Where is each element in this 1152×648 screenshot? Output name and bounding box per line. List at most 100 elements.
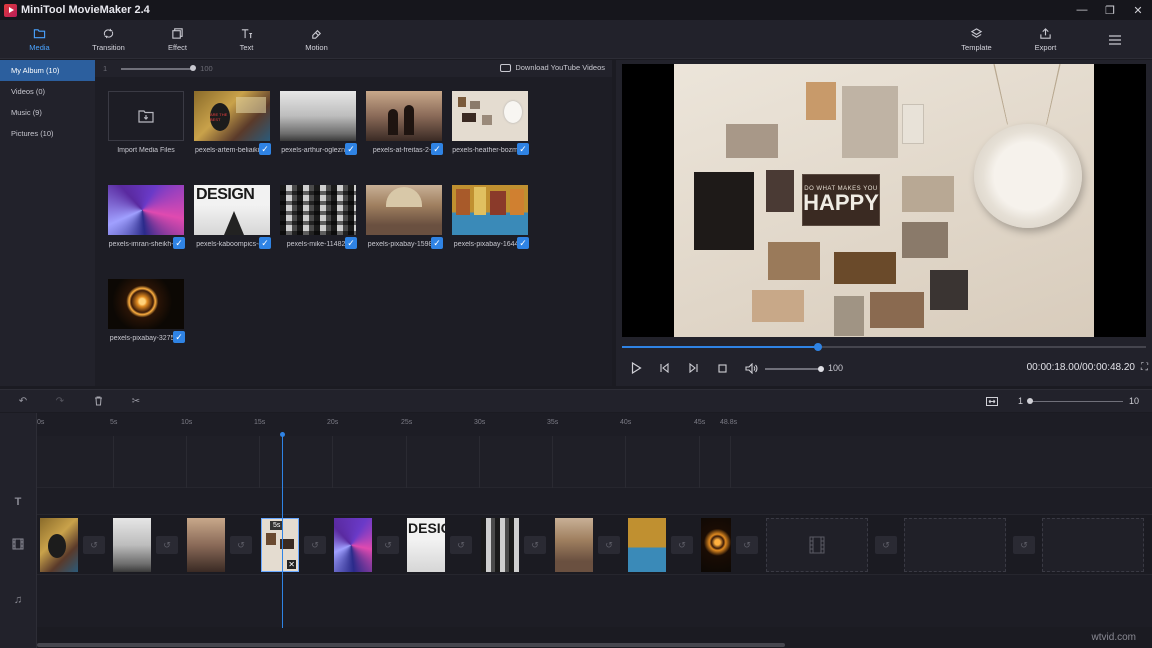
media-item[interactable]: ✓ pexels-pixabay-327509 bbox=[108, 279, 185, 343]
split-icon[interactable]: ✂ bbox=[129, 394, 143, 408]
fullscreen-icon[interactable]: ⛶ bbox=[1141, 362, 1148, 373]
transition-slot-icon[interactable]: ↺ bbox=[736, 536, 758, 554]
media-item[interactable]: ✓ pexels-heather-bozma... bbox=[452, 91, 529, 155]
timeline-clip[interactable] bbox=[481, 518, 519, 572]
media-grid: Import Media Files ARE THE BEST ✓ pexels… bbox=[108, 91, 529, 343]
tab-text[interactable]: Text bbox=[212, 20, 281, 59]
app-title: MiniTool MovieMaker 2.4 bbox=[21, 4, 150, 16]
playback-controls: 100 00:00:18.00/00:00:48.20 ⛶ bbox=[616, 358, 1152, 378]
youtube-icon bbox=[500, 63, 512, 72]
timeline-clip[interactable] bbox=[628, 518, 666, 572]
checkmark-icon[interactable]: ✓ bbox=[517, 143, 529, 155]
transition-slot-icon[interactable]: ↺ bbox=[524, 536, 546, 554]
video-preview[interactable]: DO WHAT MAKES YOU HAPPY bbox=[622, 64, 1146, 337]
sidebar-item-videos[interactable]: Videos (0) bbox=[0, 81, 95, 102]
menu-button[interactable] bbox=[1080, 20, 1149, 59]
checkmark-icon[interactable]: ✓ bbox=[345, 237, 357, 249]
timeline-clip[interactable] bbox=[40, 518, 78, 572]
empty-clip-slot[interactable] bbox=[904, 518, 1006, 572]
playhead[interactable] bbox=[280, 432, 285, 628]
export-icon bbox=[1040, 28, 1051, 39]
empty-clip-slot[interactable] bbox=[766, 518, 868, 572]
minimize-button[interactable]: — bbox=[1068, 0, 1096, 20]
timeline-clip-selected[interactable]: 5s ✕ bbox=[261, 518, 299, 572]
stop-button[interactable] bbox=[715, 361, 729, 375]
ruler-tick: 35s bbox=[547, 419, 559, 426]
checkmark-icon[interactable]: ✓ bbox=[173, 331, 185, 343]
fit-timeline-icon[interactable] bbox=[985, 394, 999, 408]
step-back-icon bbox=[659, 363, 669, 373]
timeline-clip[interactable] bbox=[334, 518, 372, 572]
transition-slot-icon[interactable]: ↺ bbox=[304, 536, 326, 554]
media-item[interactable]: ✓ pexels-arthur-oglezne... bbox=[280, 91, 357, 155]
thumb-zoom-max: 100 bbox=[200, 64, 213, 73]
timeline-clip[interactable] bbox=[701, 518, 731, 572]
next-frame-button[interactable] bbox=[686, 361, 700, 375]
volume-slider[interactable] bbox=[765, 365, 824, 372]
seek-bar[interactable] bbox=[622, 343, 1146, 351]
media-item[interactable]: ✓ pexels-pixabay-164455 bbox=[452, 185, 529, 249]
timeline-clip[interactable] bbox=[555, 518, 593, 572]
import-media-tile[interactable]: Import Media Files bbox=[108, 91, 184, 154]
transition-slot-icon[interactable]: ↺ bbox=[156, 536, 178, 554]
volume-button[interactable] bbox=[744, 361, 758, 375]
play-button[interactable] bbox=[629, 361, 643, 375]
media-item[interactable]: ✓ pexels-pixabay-159862 bbox=[366, 185, 443, 249]
ruler-tick: 10s bbox=[181, 419, 193, 426]
sidebar-item-pictures[interactable]: Pictures (10) bbox=[0, 123, 95, 144]
transition-slot-icon[interactable]: ↺ bbox=[875, 536, 897, 554]
transition-slot-icon[interactable]: ↺ bbox=[83, 536, 105, 554]
redo-icon[interactable]: ↷ bbox=[53, 394, 67, 408]
transition-slot-icon[interactable]: ↺ bbox=[377, 536, 399, 554]
remove-clip-icon[interactable]: ✕ bbox=[287, 560, 296, 569]
export-button[interactable]: Export bbox=[1011, 20, 1080, 59]
media-item[interactable]: ✓ pexels-mike-114820 bbox=[280, 185, 357, 249]
sidebar-item-music[interactable]: Music (9) bbox=[0, 102, 95, 123]
music-track[interactable] bbox=[37, 575, 1152, 627]
transition-slot-icon[interactable]: ↺ bbox=[450, 536, 472, 554]
media-item[interactable]: ARE THE BEST ✓ pexels-artem-beliaikin... bbox=[194, 91, 271, 155]
restore-button[interactable]: ❐ bbox=[1096, 0, 1124, 20]
timeline-zoom-slider[interactable] bbox=[1027, 398, 1123, 404]
transition-slot-icon[interactable]: ↺ bbox=[230, 536, 252, 554]
transition-slot-icon[interactable]: ↺ bbox=[671, 536, 693, 554]
media-item[interactable]: DESIGN ✓ pexels-kaboompics-c... bbox=[194, 185, 271, 249]
text-track[interactable] bbox=[37, 488, 1152, 515]
music-track-icon: ♫ bbox=[13, 594, 23, 606]
checkmark-icon[interactable]: ✓ bbox=[345, 143, 357, 155]
media-item[interactable]: ✓ pexels-imran-sheikh-2... bbox=[108, 185, 185, 249]
checkmark-icon[interactable]: ✓ bbox=[259, 143, 271, 155]
checkmark-icon[interactable]: ✓ bbox=[431, 237, 443, 249]
tab-media[interactable]: Media bbox=[5, 20, 74, 59]
checkmark-icon[interactable]: ✓ bbox=[173, 237, 185, 249]
sidebar-item-my-album[interactable]: My Album (10) bbox=[0, 60, 95, 81]
seek-handle[interactable] bbox=[813, 343, 822, 351]
empty-clip-slot[interactable] bbox=[1042, 518, 1144, 572]
checkmark-icon[interactable]: ✓ bbox=[517, 237, 529, 249]
timeline-clip[interactable]: DESIG bbox=[407, 518, 445, 572]
timeline-scrollbar[interactable] bbox=[37, 643, 785, 647]
undo-icon[interactable]: ↶ bbox=[16, 394, 30, 408]
tab-motion[interactable]: Motion bbox=[282, 20, 351, 59]
media-item[interactable]: ✓ pexels-at-freitas-2-5 bbox=[366, 91, 443, 155]
delete-icon[interactable] bbox=[91, 394, 105, 408]
transition-slot-icon[interactable]: ↺ bbox=[598, 536, 620, 554]
seek-progress bbox=[622, 346, 818, 348]
transition-slot-icon[interactable]: ↺ bbox=[1013, 536, 1035, 554]
thumbnail-size-slider[interactable] bbox=[121, 65, 197, 71]
track-headers: T ♫ bbox=[0, 413, 37, 648]
prev-frame-button[interactable] bbox=[657, 361, 671, 375]
checkmark-icon[interactable]: ✓ bbox=[431, 143, 443, 155]
play-icon bbox=[631, 362, 642, 374]
close-button[interactable]: ✕ bbox=[1124, 0, 1152, 20]
timeline-clip[interactable] bbox=[187, 518, 225, 572]
tab-transition[interactable]: Transition bbox=[74, 20, 143, 59]
timeline-ruler[interactable]: 0s 5s 10s 15s 20s 25s 30s 35s 40s 45s 48… bbox=[37, 413, 1152, 436]
download-youtube-link[interactable]: Download YouTube Videos bbox=[500, 63, 605, 72]
tab-effect[interactable]: Effect bbox=[143, 20, 212, 59]
timeline-tracks: ↺ ↺ ↺ 5s ✕ ↺ ↺ DESIG ↺ ↺ ↺ ↺ ↺ ↺ ↺ bbox=[37, 436, 1152, 641]
template-button[interactable]: Template bbox=[942, 20, 1011, 59]
timeline-toolbar: ↶ ↷ ✂ 1 10 bbox=[0, 389, 1152, 412]
timeline-clip[interactable] bbox=[113, 518, 151, 572]
checkmark-icon[interactable]: ✓ bbox=[259, 237, 271, 249]
